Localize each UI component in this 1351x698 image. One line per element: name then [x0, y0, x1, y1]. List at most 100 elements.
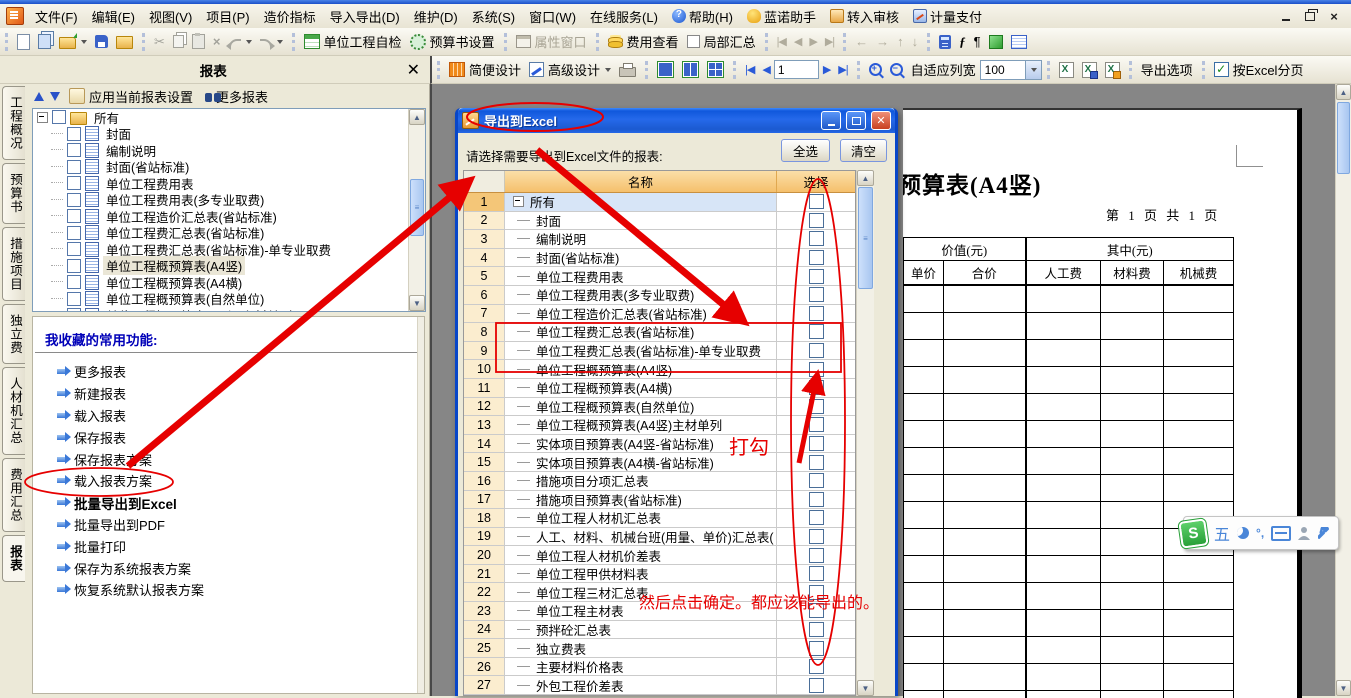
row-name-cell[interactable]: 单位工程概预算表(A4横): [505, 379, 777, 397]
undo-button[interactable]: [225, 33, 256, 50]
row-name-cell[interactable]: 外包工程价差表: [505, 676, 777, 694]
column-header-name[interactable]: 名称: [505, 171, 777, 192]
print-button[interactable]: [615, 60, 640, 79]
simple-design-button[interactable]: 简便设计: [445, 58, 525, 81]
combo-dropdown-button[interactable]: [1025, 61, 1041, 79]
move-left-button[interactable]: ←: [851, 32, 872, 51]
apply-report-settings-button[interactable]: 应用当前报表设置: [66, 86, 196, 107]
dialog-grid-row-2[interactable]: 2封面: [464, 212, 855, 231]
toolbar-grip[interactable]: [504, 33, 507, 51]
toolbar-grip[interactable]: [437, 61, 440, 79]
toolbar-grip[interactable]: [142, 33, 145, 51]
move-up-button[interactable]: ↑: [893, 32, 908, 51]
dialog-grid-row-12[interactable]: 12单位工程概预算表(自然单位): [464, 398, 855, 417]
fit-width-button[interactable]: 自适应列宽: [907, 58, 980, 81]
row-checkbox[interactable]: [809, 306, 824, 321]
prev-page-button[interactable]: ◀: [758, 61, 773, 78]
redo-button[interactable]: [256, 33, 287, 50]
dialog-grid-row-26[interactable]: 26主要材料价格表: [464, 658, 855, 677]
sidebar-tab-2[interactable]: 措施项目: [2, 227, 25, 301]
tree-checkbox[interactable]: [52, 110, 66, 124]
keyboard-icon[interactable]: [1271, 526, 1291, 541]
tree-row-12[interactable]: 单位工程概预算表(A4竖)主材单列: [33, 307, 425, 312]
scrollbar-thumb[interactable]: ≡: [858, 187, 873, 289]
two-page-view-button[interactable]: [678, 59, 703, 80]
row-checkbox[interactable]: [809, 492, 824, 507]
tree-row-8[interactable]: 单位工程费汇总表(省站标准)-单专业取费: [33, 241, 425, 258]
dialog-grid-row-25[interactable]: 25独立费表: [464, 639, 855, 658]
dialog-grid-row-24[interactable]: 24预拌砼汇总表: [464, 621, 855, 640]
next-record-button[interactable]: ▶: [805, 33, 820, 50]
close-project-button[interactable]: [112, 32, 137, 51]
row-name-cell[interactable]: 单位工程人材机价差表: [505, 546, 777, 564]
row-name-cell[interactable]: 单位工程三材汇总表: [505, 583, 777, 601]
row-name-cell[interactable]: 单位工程概预算表(自然单位): [505, 398, 777, 416]
favorites-scrollbar[interactable]: [417, 317, 424, 693]
row-checkbox[interactable]: [809, 678, 824, 693]
tree-checkbox[interactable]: [67, 160, 81, 174]
dialog-grid-row-17[interactable]: 17措施项目预算表(省站标准): [464, 491, 855, 510]
new-project-button[interactable]: [34, 32, 55, 51]
tree-checkbox[interactable]: [67, 176, 81, 190]
favorite-item-2[interactable]: 载入报表: [57, 405, 424, 427]
menu-item-11[interactable]: 蓝诺助手: [740, 4, 823, 29]
tree-checkbox[interactable]: [67, 127, 81, 141]
dialog-grid-row-21[interactable]: 21单位工程甲供材料表: [464, 565, 855, 584]
row-name-cell[interactable]: 单位工程费用表(多专业取费): [505, 286, 777, 304]
punctuation-icon[interactable]: °,: [1256, 526, 1264, 540]
row-checkbox[interactable]: [809, 343, 824, 358]
toolbar-grip[interactable]: [1047, 61, 1050, 79]
zoom-in-button[interactable]: +: [865, 61, 886, 78]
tree-row-7[interactable]: 单位工程费汇总表(省站标准): [33, 225, 425, 242]
four-page-view-button[interactable]: [703, 59, 728, 80]
row-name-cell[interactable]: 单位工程费汇总表(省站标准)-单专业取费: [505, 342, 777, 360]
toolbar-grip[interactable]: [843, 33, 846, 51]
minimize-icon[interactable]: [1279, 9, 1293, 23]
dialog-grid-row-1[interactable]: 1所有: [464, 193, 855, 212]
row-name-cell[interactable]: 实体项目预算表(A4横-省站标准): [505, 453, 777, 471]
page-number-input[interactable]: 1: [774, 60, 819, 79]
dialog-grid-row-6[interactable]: 6单位工程费用表(多专业取费): [464, 286, 855, 305]
cut-button[interactable]: ✂: [150, 32, 169, 52]
row-checkbox[interactable]: [809, 510, 824, 525]
dialog-grid-row-18[interactable]: 18单位工程人材机汇总表: [464, 509, 855, 528]
favorite-item-0[interactable]: 更多报表: [57, 361, 424, 383]
tree-checkbox[interactable]: [67, 308, 81, 312]
export-excel-button[interactable]: [1055, 60, 1078, 80]
row-name-cell[interactable]: 人工、材料、机械台班(用量、单价)汇总表(: [505, 528, 777, 546]
save-button[interactable]: [91, 33, 112, 50]
row-name-cell[interactable]: 预拌砼汇总表: [505, 621, 777, 639]
ime-mode[interactable]: 五: [1214, 521, 1230, 545]
open-button[interactable]: [55, 32, 91, 51]
row-name-cell[interactable]: 单位工程费用表: [505, 267, 777, 285]
delete-button[interactable]: ×: [209, 32, 225, 51]
dialog-titlebar[interactable]: 导出到Excel ✕: [458, 108, 895, 133]
move-up-icon[interactable]: [34, 92, 44, 101]
move-right-button[interactable]: →: [872, 32, 893, 51]
fee-view-button[interactable]: 费用查看: [604, 30, 683, 53]
first-page-button[interactable]: |◀: [741, 61, 758, 78]
clear-button[interactable]: 清空: [840, 139, 887, 162]
menu-item-5[interactable]: 导入导出(D): [323, 4, 407, 29]
dialog-grid-row-16[interactable]: 16措施项目分项汇总表: [464, 472, 855, 491]
dialog-grid-row-23[interactable]: 23单位工程主材表: [464, 602, 855, 621]
tree-row-4[interactable]: 单位工程费用表: [33, 175, 425, 192]
row-name-cell[interactable]: 所有: [505, 193, 777, 211]
favorite-item-5[interactable]: 载入报表方案: [57, 470, 424, 492]
dialog-grid-row-22[interactable]: 22单位工程三材汇总表: [464, 583, 855, 602]
cube-button[interactable]: [985, 33, 1007, 51]
row-checkbox[interactable]: [809, 380, 824, 395]
row-checkbox[interactable]: [809, 250, 824, 265]
menu-item-12[interactable]: 转入审核: [823, 4, 906, 29]
tree-checkbox[interactable]: [67, 209, 81, 223]
wrench-icon[interactable]: [1317, 527, 1330, 540]
toolbar-grip[interactable]: [765, 33, 768, 51]
scroll-up-icon[interactable]: ▲: [1336, 84, 1351, 100]
restore-icon[interactable]: [1303, 9, 1317, 23]
partial-total-button[interactable]: 局部汇总: [683, 30, 760, 53]
row-name-cell[interactable]: 单位工程主材表: [505, 602, 777, 620]
checkbox-checked-icon[interactable]: ✓: [1214, 62, 1229, 77]
sidebar-tab-3[interactable]: 独立费: [2, 304, 25, 365]
tree-checkbox[interactable]: [67, 242, 81, 256]
row-checkbox[interactable]: [809, 194, 824, 209]
